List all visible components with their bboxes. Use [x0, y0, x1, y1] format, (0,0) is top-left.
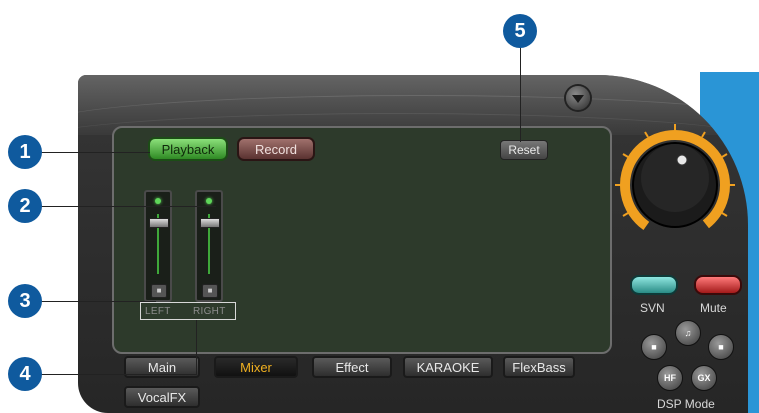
mute-toggle-button[interactable] [694, 275, 742, 295]
svn-toggle-button[interactable] [630, 275, 678, 295]
record-button[interactable]: Record [237, 137, 315, 161]
callout-2: 2 [8, 189, 42, 223]
master-volume-dial[interactable] [610, 120, 740, 250]
tab-effect[interactable]: Effect [312, 356, 392, 378]
dsp-movie-button[interactable]: ■ [708, 334, 734, 360]
callout-3: 3 [8, 284, 42, 318]
film-icon: ■ [718, 342, 724, 352]
collapse-button[interactable] [566, 86, 590, 110]
mute-label: Mute [700, 301, 727, 315]
right-mute-icon[interactable]: ■ [202, 284, 218, 298]
volume-dial-graphic [615, 124, 735, 240]
right-channel-label: RIGHT [193, 306, 226, 317]
callout-line-1 [26, 152, 150, 153]
callout-1: 1 [8, 135, 42, 169]
speaker-icon: ■ [651, 342, 657, 352]
dsp-music-button[interactable]: ♫ [675, 320, 701, 346]
callout-line-4 [26, 374, 196, 375]
left-channel-label: LEFT [145, 306, 171, 317]
right-channel-led [206, 198, 212, 204]
callout-5: 5 [503, 14, 537, 48]
tab-vocalfx[interactable]: VocalFX [124, 386, 200, 408]
callout-line-3 [26, 301, 156, 302]
left-mute-icon[interactable]: ■ [151, 284, 167, 298]
right-fader-knob[interactable] [200, 218, 220, 228]
left-fader-knob[interactable] [149, 218, 169, 228]
callout-line-4-vertical [196, 320, 197, 375]
callout-line-2 [26, 206, 216, 207]
left-channel-led [155, 198, 161, 204]
reset-button[interactable]: Reset [500, 140, 548, 160]
tab-flexbass[interactable]: FlexBass [503, 356, 575, 378]
dsp-hf-button[interactable]: HF [657, 365, 683, 391]
callout-4: 4 [8, 357, 42, 391]
svn-label: SVN [640, 301, 665, 315]
music-note-icon: ♫ [684, 328, 692, 338]
dsp-mode-label: DSP Mode [657, 397, 715, 411]
callout-line-5 [520, 46, 521, 142]
dsp-gx-button[interactable]: GX [691, 365, 717, 391]
tab-karaoke[interactable]: KARAOKE [403, 356, 493, 378]
chevron-down-icon [572, 95, 584, 103]
tab-mixer[interactable]: Mixer [214, 356, 298, 378]
playback-button[interactable]: Playback [148, 137, 228, 161]
dsp-speaker-button[interactable]: ■ [641, 334, 667, 360]
